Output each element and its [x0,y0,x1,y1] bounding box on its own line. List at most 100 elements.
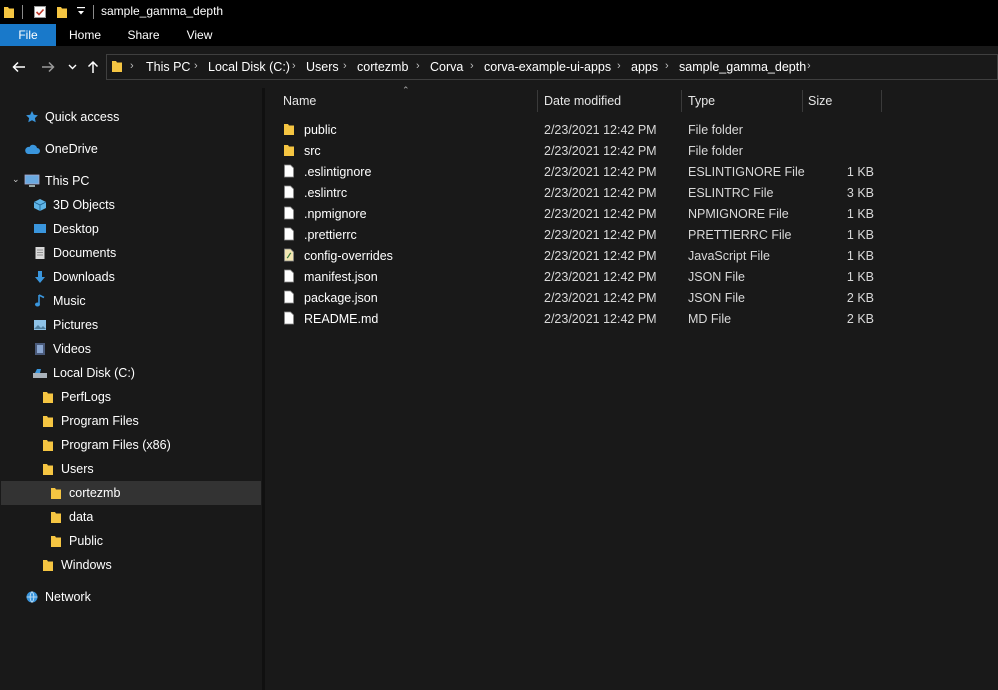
nav-label: OneDrive [45,142,98,156]
nav-program-files-x86[interactable]: Program Files (x86) [40,433,171,457]
file-date: 2/23/2021 12:42 PM [544,123,657,137]
nav-3d-objects[interactable]: 3D Objects [32,193,115,217]
tab-view[interactable]: View [173,24,226,46]
column-divider[interactable] [537,90,538,112]
nav-label: Downloads [53,270,115,284]
nav-label: Music [53,294,86,308]
breadcrumb-apps[interactable]: apps [631,60,658,74]
cloud-icon [24,141,40,157]
file-name: src [304,144,321,158]
breadcrumb-chevron-icon[interactable]: › [130,60,134,72]
nav-desktop[interactable]: Desktop [32,217,99,241]
music-note-icon [32,293,48,309]
nav-network[interactable]: Network [24,585,91,609]
file-type: File folder [688,123,743,137]
file-row[interactable]: src 2/23/2021 12:42 PM File folder [265,141,998,162]
up-arrow-icon[interactable] [84,58,102,76]
file-row[interactable]: .npmignore 2/23/2021 12:42 PM NPMIGNORE … [265,204,998,225]
navigation-bar: › This PC › Local Disk (C:) › Users › co… [0,46,998,88]
nav-windows[interactable]: Windows [40,553,112,577]
network-globe-icon [24,589,40,605]
nav-program-files[interactable]: Program Files [40,409,139,433]
nav-label: Quick access [45,110,120,124]
file-icon [283,164,299,180]
nav-this-pc[interactable]: This PC [24,169,89,193]
breadcrumb-chevron-icon[interactable]: › [194,60,198,72]
new-folder-icon[interactable] [56,5,68,19]
folder-icon [283,122,299,138]
nav-label: Users [61,462,94,476]
nav-public[interactable]: Public [48,529,103,553]
breadcrumb-chevron-icon[interactable]: › [665,60,669,72]
nav-videos[interactable]: Videos [32,337,91,361]
breadcrumb-chevron-icon[interactable]: › [343,60,347,72]
expanded-chevron-icon[interactable]: ⌄ [12,174,20,185]
breadcrumb-this-pc[interactable]: This PC [146,60,190,74]
column-header-size[interactable]: Size [808,88,832,114]
nav-local-disk[interactable]: Local Disk (C:) [32,361,135,385]
forward-arrow-icon[interactable] [39,58,57,76]
nav-users[interactable]: Users [40,457,94,481]
nav-downloads[interactable]: Downloads [32,265,115,289]
breadcrumb-corva-example-ui-apps[interactable]: corva-example-ui-apps [484,60,611,74]
file-row[interactable]: manifest.json 2/23/2021 12:42 PM JSON Fi… [265,267,998,288]
nav-pictures[interactable]: Pictures [32,313,98,337]
folder-icon [40,389,56,405]
file-row[interactable]: package.json 2/23/2021 12:42 PM JSON Fil… [265,288,998,309]
column-divider[interactable] [802,90,803,112]
nav-music[interactable]: Music [32,289,86,313]
column-header-type[interactable]: Type [688,88,715,114]
file-type: File folder [688,144,743,158]
folder-icon [111,59,123,76]
breadcrumb-users[interactable]: Users [306,60,339,74]
properties-icon[interactable] [33,5,47,19]
nav-data[interactable]: data [48,505,93,529]
file-size: 1 KB [846,228,874,242]
file-icon [283,185,299,201]
back-arrow-icon[interactable] [10,58,28,76]
file-date: 2/23/2021 12:42 PM [544,228,657,242]
breadcrumb-chevron-icon[interactable]: › [292,60,296,72]
file-row[interactable]: .eslintrc 2/23/2021 12:42 PM ESLINTRC Fi… [265,183,998,204]
file-row[interactable]: README.md 2/23/2021 12:42 PM MD File 2 K… [265,309,998,330]
nav-documents[interactable]: Documents [32,241,116,265]
file-size: 1 KB [846,207,874,221]
nav-label: PerfLogs [61,390,112,404]
file-date: 2/23/2021 12:42 PM [544,165,657,179]
file-row[interactable]: public 2/23/2021 12:42 PM File folder [265,120,998,141]
breadcrumb-cortezmb[interactable]: cortezmb [357,60,408,74]
file-icon [283,290,299,306]
breadcrumb-chevron-icon[interactable]: › [617,60,621,72]
nav-quick-access[interactable]: Quick access [24,105,119,129]
column-divider[interactable] [881,90,882,112]
customize-toolbar-icon[interactable] [76,6,86,18]
title-bar: sample_gamma_depth [0,0,998,24]
breadcrumb-local-disk[interactable]: Local Disk (C:) [208,60,290,74]
breadcrumb-chevron-icon[interactable]: › [807,60,811,72]
tab-file[interactable]: File [0,24,56,46]
file-row[interactable]: config-overrides 2/23/2021 12:42 PM Java… [265,246,998,267]
nav-label: Program Files (x86) [61,438,171,452]
nav-label: Videos [53,342,91,356]
file-row[interactable]: .eslintignore 2/23/2021 12:42 PM ESLINTI… [265,162,998,183]
file-row[interactable]: .prettierrc 2/23/2021 12:42 PM PRETTIERR… [265,225,998,246]
toolbar-divider [93,5,94,19]
nav-label: Network [45,590,91,604]
column-divider[interactable] [681,90,682,112]
breadcrumb-chevron-icon[interactable]: › [416,60,420,72]
tab-home[interactable]: Home [58,24,112,46]
nav-onedrive[interactable]: OneDrive [24,137,98,161]
breadcrumb-corva[interactable]: Corva [430,60,463,74]
file-type: ESLINTRC File [688,186,774,200]
file-name: config-overrides [304,249,393,263]
tab-share[interactable]: Share [116,24,171,46]
column-header-date-modified[interactable]: Date modified [544,88,621,114]
nav-cortezmb[interactable]: cortezmb [1,481,261,505]
column-header-name[interactable]: Name [283,88,316,114]
address-bar[interactable]: › This PC › Local Disk (C:) › Users › co… [106,54,998,80]
nav-label: Program Files [61,414,139,428]
nav-perflogs[interactable]: PerfLogs [40,385,111,409]
recent-locations-chevron-icon[interactable] [63,58,81,76]
breadcrumb-chevron-icon[interactable]: › [470,60,474,72]
breadcrumb-sample-gamma-depth[interactable]: sample_gamma_depth [679,60,806,74]
